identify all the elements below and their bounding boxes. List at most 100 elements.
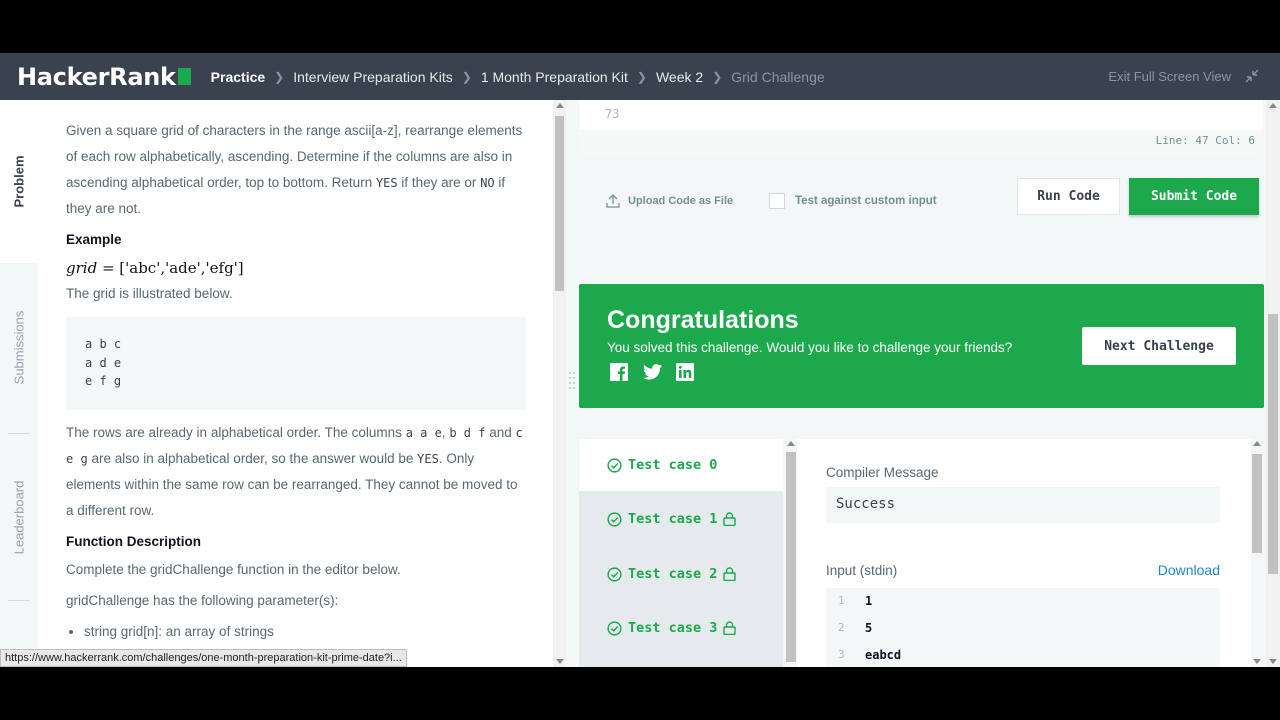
tab-divider bbox=[8, 600, 30, 601]
code-no: NO bbox=[480, 176, 495, 190]
stdin-line-number: 3 bbox=[838, 648, 845, 661]
test-case-1[interactable]: Test case 1 bbox=[579, 493, 783, 545]
illustrated-text: The grid is illustrated below. bbox=[66, 286, 233, 301]
linkedin-icon[interactable] bbox=[675, 362, 695, 382]
scroll-down-icon[interactable] bbox=[556, 659, 564, 664]
lock-icon bbox=[723, 567, 737, 581]
test-case-label: Test case 0 bbox=[628, 457, 718, 473]
scroll-up-icon[interactable] bbox=[1253, 441, 1261, 446]
stdin-box: 11 25 3 eabcd bbox=[826, 588, 1220, 667]
stdin-line: 11 bbox=[826, 588, 1220, 615]
breadcrumb-interview-kits[interactable]: Interview Preparation Kits bbox=[293, 69, 453, 85]
download-link[interactable]: Download bbox=[1158, 562, 1220, 578]
chevron-right-icon: ❯ bbox=[274, 69, 285, 84]
line-number: 73 bbox=[605, 107, 620, 121]
browser-status-url: https://www.hackerrank.com/challenges/on… bbox=[0, 649, 407, 667]
page-scrollbar[interactable] bbox=[1266, 100, 1280, 667]
run-code-button[interactable]: Run Code bbox=[1017, 178, 1120, 215]
grid-line: a b c bbox=[85, 337, 122, 351]
scroll-up-icon[interactable] bbox=[1269, 103, 1277, 108]
check-circle-icon bbox=[607, 457, 622, 473]
result-scrollbar[interactable] bbox=[1251, 439, 1263, 667]
editor-panel: 73 Line: 47 Col: 6 Upload Code as File T… bbox=[566, 100, 1280, 667]
breadcrumb: Practice ❯ Interview Preparation Kits ❯ … bbox=[211, 69, 825, 85]
custom-input-toggle[interactable]: Test against custom input bbox=[769, 193, 937, 209]
code-col: b d f bbox=[449, 426, 486, 440]
congrats-message: You solved this challenge. Would you lik… bbox=[607, 340, 1013, 355]
test-result-pane: Compiler Message Success Input (stdin) D… bbox=[797, 439, 1251, 667]
scroll-down-icon[interactable] bbox=[1253, 659, 1261, 664]
test-case-2[interactable]: Test case 2 bbox=[579, 548, 783, 600]
upload-label: Upload Code as File bbox=[628, 194, 734, 207]
scrollbar-thumb[interactable] bbox=[555, 116, 564, 291]
collapse-icon[interactable] bbox=[1244, 68, 1260, 84]
breadcrumb-month-kit[interactable]: 1 Month Preparation Kit bbox=[481, 69, 628, 85]
scrollbar-thumb[interactable] bbox=[1268, 314, 1278, 574]
facebook-icon[interactable] bbox=[609, 362, 629, 382]
breadcrumb-practice[interactable]: Practice bbox=[211, 69, 265, 85]
test-case-label: Test case 2 bbox=[628, 566, 718, 582]
scroll-down-icon[interactable] bbox=[1269, 659, 1277, 664]
scroll-up-icon[interactable] bbox=[787, 441, 795, 446]
letterbox-top bbox=[0, 0, 1280, 53]
check-circle-icon bbox=[607, 511, 622, 527]
drag-handle-icon[interactable] bbox=[569, 372, 575, 390]
tab-leaderboard-label: Leaderboard bbox=[11, 480, 27, 555]
chevron-right-icon: ❯ bbox=[636, 69, 647, 84]
upload-code-button[interactable]: Upload Code as File bbox=[606, 193, 733, 208]
scrollbar-thumb[interactable] bbox=[786, 452, 796, 662]
problem-scrollbar[interactable] bbox=[553, 100, 566, 667]
test-case-list: Test case 0 Test case 1 Test case 2 Test… bbox=[579, 439, 783, 667]
problem-statement: Given a square grid of characters in the… bbox=[66, 118, 526, 645]
submit-code-button[interactable]: Submit Code bbox=[1129, 178, 1259, 215]
example-eq: = ['abc','ade','efg'] bbox=[97, 259, 244, 277]
expl-text: and bbox=[485, 425, 516, 440]
custom-input-label: Test against custom input bbox=[795, 195, 937, 207]
explanation: The rows are already in alphabetical ord… bbox=[66, 420, 526, 524]
check-circle-icon bbox=[607, 620, 622, 636]
stdin-line: 3 eabcd bbox=[826, 642, 1220, 667]
hackerrank-logo[interactable]: HackerRank bbox=[17, 63, 191, 91]
scroll-up-icon[interactable] bbox=[556, 103, 564, 108]
twitter-icon[interactable] bbox=[642, 362, 662, 382]
code-col: a a e bbox=[405, 426, 442, 440]
problem-panel: Problem Submissions Leaderboard Given a … bbox=[0, 100, 566, 667]
breadcrumb-week[interactable]: Week 2 bbox=[656, 69, 703, 85]
test-case-0[interactable]: Test case 0 bbox=[579, 439, 783, 491]
lock-icon bbox=[723, 512, 737, 526]
code-yes: YES bbox=[375, 176, 398, 190]
scrollbar-thumb[interactable] bbox=[1252, 454, 1262, 553]
breadcrumb-current: Grid Challenge bbox=[731, 68, 825, 85]
intro-text: if they are or bbox=[397, 175, 481, 190]
tab-leaderboard[interactable]: Leaderboard bbox=[0, 460, 38, 575]
example-formula: grid = ['abc','ade','efg'] bbox=[66, 255, 526, 281]
code-yes: YES bbox=[417, 452, 439, 466]
function-desc: Complete the gridChallenge function in t… bbox=[66, 562, 401, 577]
editor-status-bar: Line: 47 Col: 6 bbox=[579, 130, 1263, 156]
tab-submissions[interactable]: Submissions bbox=[0, 290, 38, 405]
check-circle-icon bbox=[607, 566, 622, 582]
congrats-banner: Congratulations You solved this challeng… bbox=[579, 284, 1264, 408]
custom-input-checkbox[interactable] bbox=[769, 193, 785, 209]
input-label: Input (stdin) bbox=[826, 563, 898, 578]
next-challenge-button[interactable]: Next Challenge bbox=[1082, 327, 1236, 365]
compiler-message-box: Success bbox=[826, 487, 1220, 523]
grid-code-block: a b c a d e e f g bbox=[66, 317, 526, 410]
test-case-label: Test case 1 bbox=[628, 511, 718, 527]
expl-text: are also in alphabetical order, so the a… bbox=[87, 451, 418, 466]
test-case-label: Test case 3 bbox=[628, 620, 718, 636]
test-case-scrollbar[interactable] bbox=[785, 439, 797, 667]
exit-fullscreen-link[interactable]: Exit Full Screen View bbox=[1108, 69, 1231, 84]
chevron-right-icon: ❯ bbox=[461, 69, 472, 84]
logo-block-icon bbox=[177, 68, 191, 85]
tab-problem[interactable]: Problem bbox=[0, 100, 38, 263]
lock-icon bbox=[723, 621, 737, 635]
chevron-right-icon: ❯ bbox=[712, 69, 723, 84]
stdin-line-text: eabcd bbox=[865, 648, 902, 662]
tab-problem-label: Problem bbox=[11, 155, 27, 208]
stdin-line-number: 2 bbox=[838, 621, 845, 634]
upload-icon bbox=[606, 194, 620, 208]
stdin-line-text: 1 bbox=[865, 594, 873, 608]
test-case-3[interactable]: Test case 3 bbox=[579, 602, 783, 654]
params-intro: gridChallenge has the following paramete… bbox=[66, 593, 339, 608]
